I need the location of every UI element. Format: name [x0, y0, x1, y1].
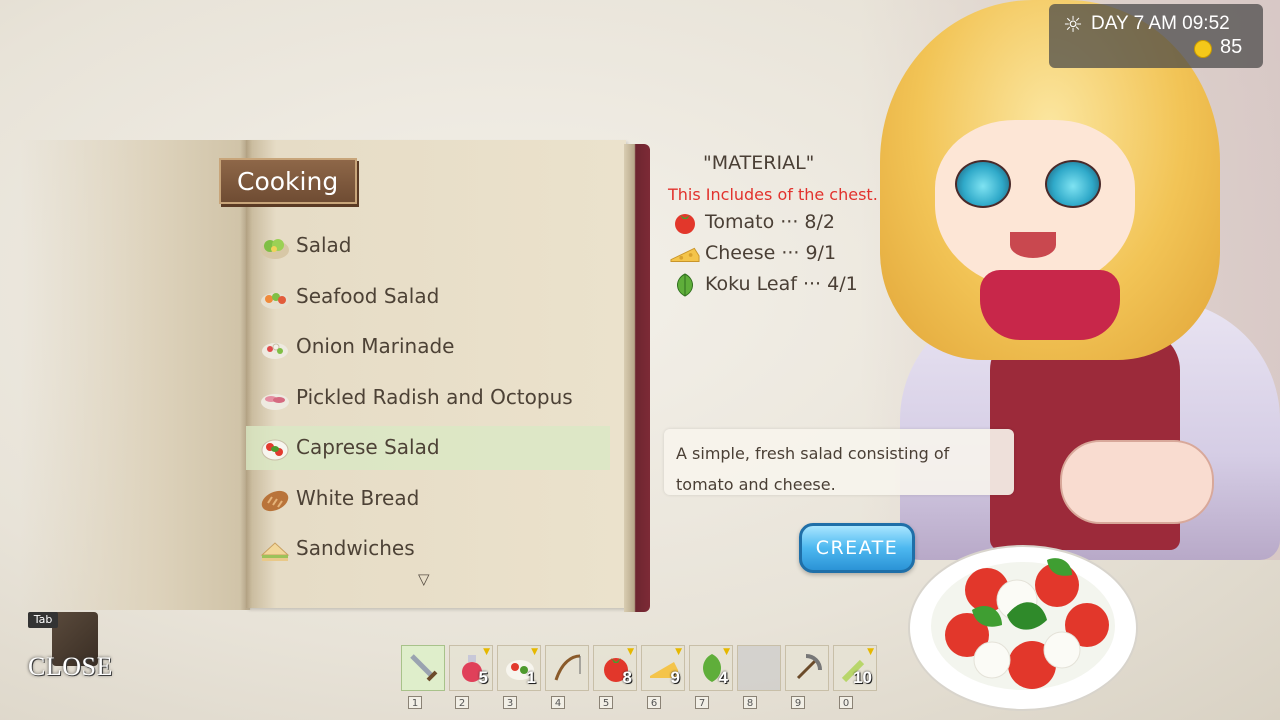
book-title-tab: Cooking	[219, 158, 357, 204]
sandwich-icon	[260, 542, 290, 561]
sun-icon: ☼	[1063, 13, 1083, 38]
recipe-item-caprese-salad[interactable]: Caprese Salad	[246, 426, 610, 470]
recipe-item-pickled-radish[interactable]: Pickled Radish and Octopus	[246, 376, 610, 420]
recipe-item-onion-marinade[interactable]: Onion Marinade	[246, 325, 610, 369]
salad-icon	[261, 239, 289, 259]
material-item-tomato: Tomato ··· 8/2	[668, 209, 918, 237]
slot-number: 7	[695, 696, 709, 709]
hotbar-slot-9[interactable]	[785, 645, 829, 691]
material-title: "MATERIAL"	[703, 152, 815, 174]
hotbar-count: 8	[622, 668, 632, 687]
caprese-dish-image	[908, 545, 1138, 711]
slot-number: 4	[551, 696, 565, 709]
slot-number: 5	[599, 696, 613, 709]
character-mouth	[1010, 232, 1056, 258]
pickled-radish-icon	[261, 393, 289, 410]
tab-key-icon: Tab	[28, 612, 58, 628]
character-eye-right	[1045, 160, 1101, 208]
book-left-page	[20, 140, 250, 610]
description-line-1: A simple, fresh salad consisting of	[676, 444, 950, 463]
coin-icon	[1194, 40, 1212, 58]
character-eye-left	[955, 160, 1011, 208]
chest-note: This Includes of the chest.	[668, 185, 878, 204]
hotbar-slot-8[interactable]	[737, 645, 781, 691]
hotbar-slot-7[interactable]: ▼ 4	[689, 645, 733, 691]
pickaxe-icon	[796, 654, 822, 680]
hotbar-count: 4	[718, 668, 728, 687]
slot-number: 8	[743, 696, 757, 709]
slot-number: 1	[408, 696, 422, 709]
recipe-description: A simple, fresh salad consisting of tomat…	[664, 429, 1014, 495]
character-face	[935, 120, 1135, 290]
caprese-salad-icon	[261, 439, 289, 461]
leaf-icon	[677, 273, 693, 297]
slot-number: 9	[791, 696, 805, 709]
hotbar-slot-0[interactable]: ▼ 10	[833, 645, 877, 691]
gold-amount: 85	[1220, 36, 1243, 58]
recipe-list: Salad Seafood Salad Onion Marinade Pickl…	[246, 224, 610, 578]
create-button[interactable]: CREATE	[799, 523, 915, 573]
hotbar-count: 1	[526, 668, 536, 687]
day-time: DAY 7 AM 09:52	[1091, 13, 1230, 34]
close-label: CLOSE	[28, 652, 113, 681]
cheese-icon	[670, 247, 700, 262]
book-cover	[624, 144, 650, 612]
recipe-item-sandwiches[interactable]: Sandwiches	[246, 527, 610, 571]
description-line-2: tomato and cheese.	[676, 475, 836, 494]
status-panel: ☼ DAY 7 AM 09:52 85	[1049, 4, 1263, 68]
hotbar-count: 9	[670, 668, 680, 687]
hotbar-slot-4[interactable]	[545, 645, 589, 691]
scroll-down-arrow-icon[interactable]: ▽	[418, 572, 438, 587]
hotbar-slot-2[interactable]: ▼ 5	[449, 645, 493, 691]
material-item-koku-leaf: Koku Leaf ··· 4/1	[668, 271, 918, 299]
bread-icon	[261, 490, 289, 511]
slot-number: 2	[455, 696, 469, 709]
character-hands	[1060, 440, 1214, 524]
hotbar-slot-5[interactable]: ▼ 8	[593, 645, 637, 691]
character-scarf	[980, 270, 1120, 340]
sword-icon	[410, 654, 438, 682]
material-item-cheese: Cheese ··· 9/1	[668, 240, 918, 268]
hotbar-count: 10	[853, 668, 872, 687]
close-button[interactable]: Tab CLOSE	[24, 608, 114, 688]
recipe-item-white-bread[interactable]: White Bread	[246, 477, 610, 521]
hotbar: ▼ 5 ▼ 1 ▼ 8 ▼ 9 ▼ 4 ▼ 10 1 2 3 4 5 6 7 8…	[399, 645, 889, 715]
recipe-item-seafood-salad[interactable]: Seafood Salad	[246, 275, 610, 319]
hotbar-slot-1[interactable]	[401, 645, 445, 691]
slot-number: 0	[839, 696, 853, 709]
tomato-icon	[675, 214, 695, 234]
hotbar-count: 5	[478, 668, 488, 687]
hotbar-slot-3[interactable]: ▼ 1	[497, 645, 541, 691]
slot-number: 3	[503, 696, 517, 709]
recipe-item-salad[interactable]: Salad	[246, 224, 610, 268]
slot-number: 6	[647, 696, 661, 709]
onion-marinade-icon	[262, 343, 288, 359]
hotbar-slot-6[interactable]: ▼ 9	[641, 645, 685, 691]
seafood-salad-icon	[261, 292, 289, 309]
fishing-rod-icon	[554, 654, 581, 681]
